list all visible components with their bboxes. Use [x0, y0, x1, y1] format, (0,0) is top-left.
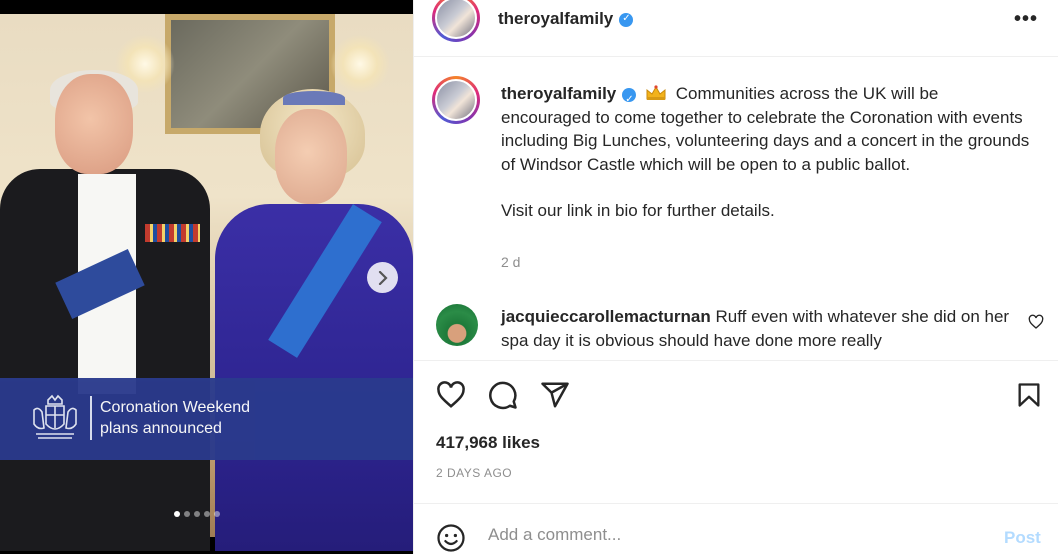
- carousel-dot: [174, 511, 180, 517]
- caption-username[interactable]: theroyalfamily: [501, 84, 616, 103]
- banner-title-line1: Coronation Weekend: [100, 399, 251, 416]
- header-divider: [414, 56, 1058, 57]
- posted-ago[interactable]: 2 DAYS AGO: [436, 466, 512, 480]
- header-avatar[interactable]: [432, 0, 480, 42]
- commenter-avatar[interactable]: [436, 304, 478, 346]
- emoji-icon[interactable]: [436, 523, 466, 553]
- comment-like-icon[interactable]: [1028, 314, 1044, 330]
- wall-lamp: [330, 34, 390, 94]
- comment-box-divider: [414, 503, 1058, 504]
- carousel-dot: [194, 511, 200, 517]
- carousel-dot: [204, 511, 210, 517]
- carousel-dot: [214, 511, 220, 517]
- post-caption: theroyalfamily Communities across the UK…: [501, 82, 1031, 223]
- post-sidebar: theroyalfamily ••• theroyalfamily Commun…: [413, 0, 1058, 554]
- more-options-icon[interactable]: •••: [1014, 8, 1038, 31]
- post-comment-button[interactable]: Post: [1004, 528, 1041, 548]
- header-username[interactable]: theroyalfamily: [498, 9, 613, 28]
- comment-item: jacquieccarollemacturnan Ruff even with …: [501, 305, 1021, 352]
- announcement-banner: Coronation Weekend plans announced: [0, 378, 413, 460]
- heart-icon[interactable]: [436, 380, 466, 410]
- carousel-next-button[interactable]: [367, 262, 398, 293]
- caption-timestamp[interactable]: 2 d: [501, 254, 520, 270]
- likes-count[interactable]: 417,968 likes: [436, 433, 540, 453]
- verified-badge-icon: [619, 12, 634, 27]
- figure-queen: [215, 89, 413, 551]
- carousel-indicator: [174, 511, 220, 517]
- comment-icon[interactable]: [488, 380, 518, 410]
- carousel-dot: [184, 511, 190, 517]
- banner-divider: [90, 396, 92, 440]
- comment-username[interactable]: jacquieccarollemacturnan: [501, 307, 711, 326]
- crown-icon: [646, 85, 666, 100]
- bookmark-icon[interactable]: [1015, 380, 1043, 410]
- caption-avatar[interactable]: [432, 76, 480, 124]
- banner-title-line2: plans announced: [100, 420, 222, 437]
- actions-divider: [414, 360, 1058, 361]
- royal-crest-icon: [33, 394, 77, 439]
- add-comment-input[interactable]: [488, 525, 988, 545]
- verified-badge-icon: [622, 87, 637, 111]
- caption-text-secondary: Visit our link in bio for further detail…: [501, 201, 775, 220]
- figure-king: [0, 70, 215, 551]
- send-icon[interactable]: [540, 380, 570, 410]
- chevron-right-icon: [378, 270, 388, 285]
- post-media[interactable]: Coronation Weekend plans announced: [0, 0, 413, 554]
- header-username-row: theroyalfamily: [498, 9, 634, 29]
